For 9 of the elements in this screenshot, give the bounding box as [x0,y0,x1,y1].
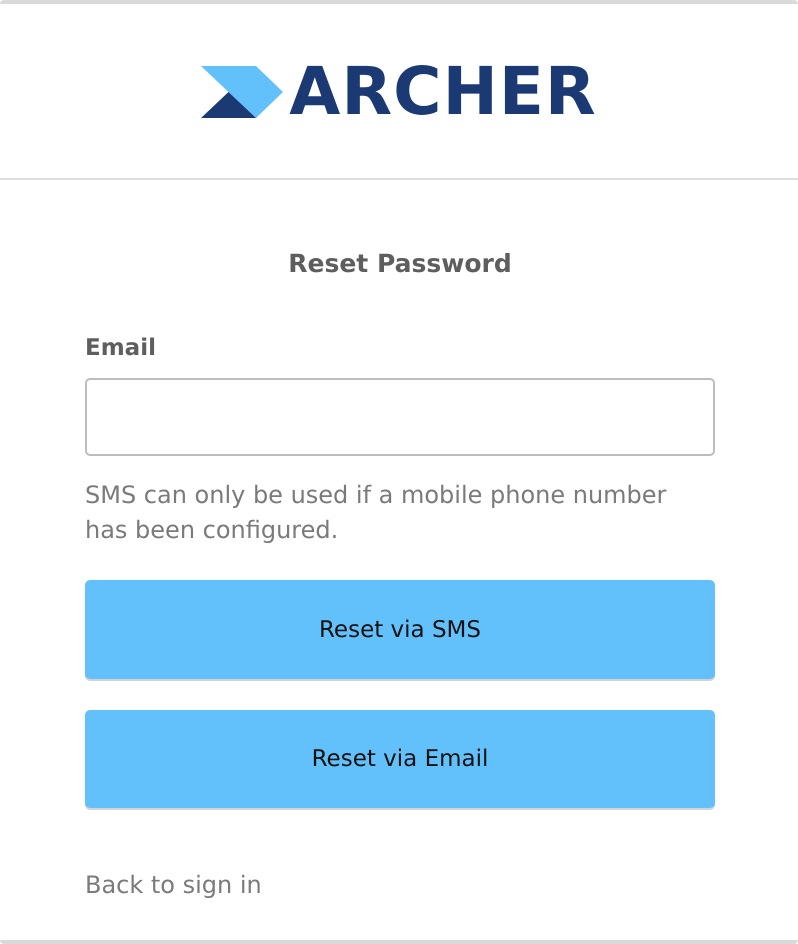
back-to-sign-in-link[interactable]: Back to sign in [85,870,262,900]
page-title: Reset Password [288,248,512,280]
reset-button[interactable]: Reset via SMS [85,580,715,679]
email-input-field[interactable] [85,378,715,456]
help-text: SMS can only be used if a mobile phone number has been configured. [85,480,668,546]
logo-text: ARCHER [289,66,597,118]
reset-button[interactable]: Reset via Email [85,710,715,808]
chevron-logo-icon [201,66,284,118]
email-label: Email [85,334,156,363]
